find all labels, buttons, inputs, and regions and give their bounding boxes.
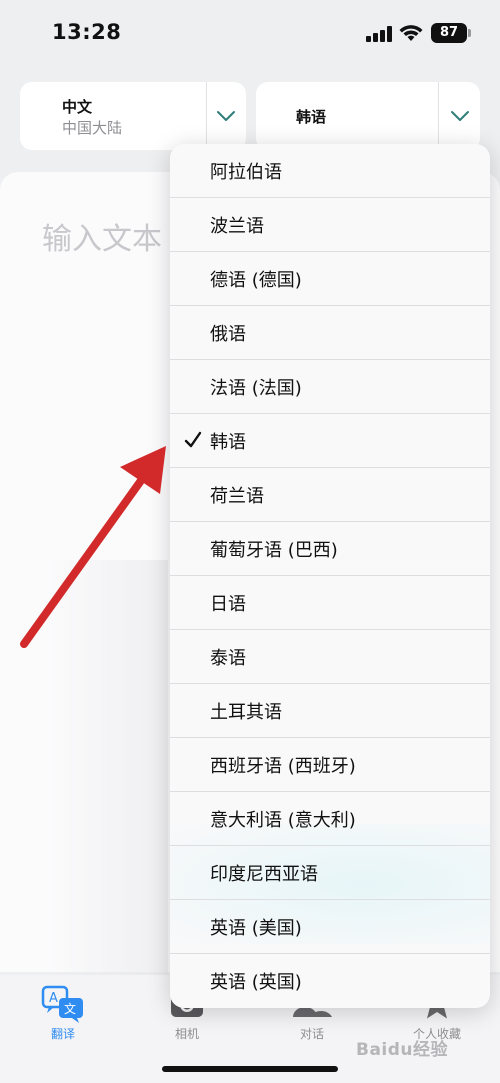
source-language-name: 中文 bbox=[62, 98, 93, 116]
tab-label: 翻译 bbox=[50, 1027, 75, 1041]
menu-item-label: 印度尼西亚语 bbox=[210, 864, 318, 885]
menu-item-spanish[interactable]: 西班牙语 (西班牙) bbox=[170, 738, 490, 792]
menu-item-label: 阿拉伯语 bbox=[210, 162, 282, 183]
battery-tip bbox=[468, 29, 471, 37]
menu-item-italian[interactable]: 意大利语 (意大利) bbox=[170, 792, 490, 846]
menu-item-russian[interactable]: 俄语 bbox=[170, 306, 490, 360]
menu-item-label: 葡萄牙语 (巴西) bbox=[210, 540, 338, 561]
selector-divider bbox=[438, 82, 439, 150]
svg-text:文: 文 bbox=[64, 1001, 76, 1016]
source-language-region: 中国大陆 bbox=[62, 119, 123, 137]
menu-item-french[interactable]: 法语 (法国) bbox=[170, 360, 490, 414]
chevron-down-icon[interactable] bbox=[448, 104, 472, 128]
menu-item-label: 泰语 bbox=[210, 648, 246, 669]
menu-item-label: 英语 (英国) bbox=[210, 972, 302, 993]
menu-item-polish[interactable]: 波兰语 bbox=[170, 198, 490, 252]
menu-item-label: 英语 (美国) bbox=[210, 918, 302, 939]
menu-item-label: 意大利语 (意大利) bbox=[210, 810, 356, 831]
language-dropdown-menu: 阿拉伯语 波兰语 德语 (德国) 俄语 法语 (法国) 韩语 荷兰语 葡萄牙语 … bbox=[170, 144, 490, 1008]
menu-item-label: 西班牙语 (西班牙) bbox=[210, 756, 356, 777]
selector-divider bbox=[206, 82, 207, 150]
cellular-signal-icon bbox=[366, 26, 392, 42]
chevron-down-icon[interactable] bbox=[214, 104, 238, 128]
checkmark-icon bbox=[184, 431, 202, 448]
menu-item-thai[interactable]: 泰语 bbox=[170, 630, 490, 684]
menu-item-label: 德语 (德国) bbox=[210, 270, 302, 291]
translate-icon: A 文 bbox=[41, 985, 83, 1023]
tab-translate[interactable]: A 文 翻译 bbox=[18, 985, 108, 1042]
menu-item-dutch[interactable]: 荷兰语 bbox=[170, 468, 490, 522]
status-bar: 13:28 87 bbox=[0, 0, 500, 64]
menu-item-label: 土耳其语 bbox=[210, 702, 282, 723]
menu-item-label: 日语 bbox=[210, 594, 246, 615]
menu-item-arabic[interactable]: 阿拉伯语 bbox=[170, 144, 490, 198]
target-language-selector[interactable]: 韩语 bbox=[256, 82, 480, 150]
battery-icon: 87 bbox=[431, 23, 467, 43]
menu-item-turkish[interactable]: 土耳其语 bbox=[170, 684, 490, 738]
menu-item-english-uk[interactable]: 英语 (英国) bbox=[170, 954, 490, 1008]
menu-item-german[interactable]: 德语 (德国) bbox=[170, 252, 490, 306]
status-time: 13:28 bbox=[52, 20, 122, 44]
source-language-selector[interactable]: 中文 中国大陆 bbox=[20, 82, 246, 150]
menu-item-korean[interactable]: 韩语 bbox=[170, 414, 490, 468]
menu-item-label: 荷兰语 bbox=[210, 486, 264, 507]
svg-text:A: A bbox=[49, 991, 58, 1006]
tab-label: 对话 bbox=[299, 1027, 324, 1041]
menu-item-label: 韩语 bbox=[210, 432, 246, 453]
home-indicator bbox=[162, 1066, 338, 1072]
menu-item-label: 法语 (法国) bbox=[210, 378, 302, 399]
wifi-icon bbox=[399, 25, 423, 41]
menu-item-japanese[interactable]: 日语 bbox=[170, 576, 490, 630]
tab-label: 相机 bbox=[174, 1027, 199, 1041]
target-language-name: 韩语 bbox=[296, 108, 327, 126]
text-input-placeholder[interactable]: 输入文本 bbox=[42, 214, 162, 258]
panel-shade bbox=[48, 560, 168, 980]
menu-item-label: 俄语 bbox=[210, 324, 246, 345]
menu-item-english-us[interactable]: 英语 (美国) bbox=[170, 900, 490, 954]
watermark: Baidu经验 bbox=[356, 1040, 449, 1060]
menu-item-portuguese-brazil[interactable]: 葡萄牙语 (巴西) bbox=[170, 522, 490, 576]
menu-item-label: 波兰语 bbox=[210, 216, 264, 237]
menu-item-indonesian[interactable]: 印度尼西亚语 bbox=[170, 846, 490, 900]
